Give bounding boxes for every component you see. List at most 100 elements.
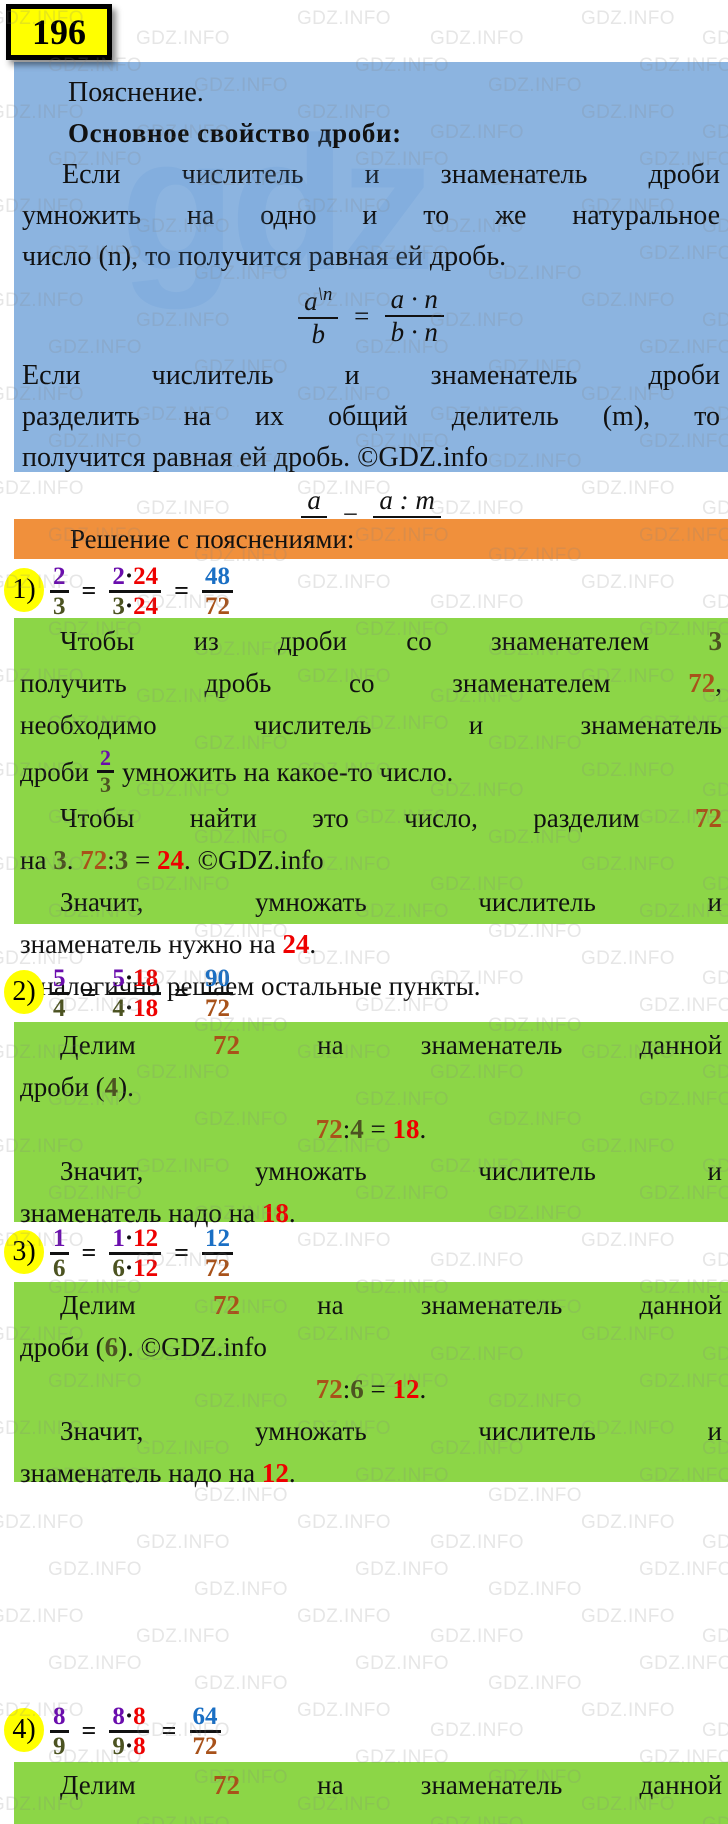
step-3-f2-denominator: 6·12 — [112, 1254, 159, 1282]
step-1-fraction-expanded: 2·24 3·24 — [109, 562, 162, 620]
step-3-f1-numerator: 1 — [53, 1224, 66, 1252]
step-2-equals-1: = — [81, 978, 97, 1007]
watermark-text: GDZ.INFO — [702, 1626, 728, 1647]
watermark-text: GDZ.INFO — [488, 1579, 582, 1600]
step-1-equals-1: = — [81, 576, 97, 605]
step-1-exp-line-7: Значит, умножать числитель и — [60, 887, 722, 917]
theory-rule1-line1: Если числитель и знаменатель дроби — [62, 159, 720, 190]
step-4-fraction-expanded: 8·8 9·8 — [109, 1702, 149, 1760]
step-2-exp-line-1: Делим 72 на знаменатель данной — [60, 1030, 723, 1060]
watermark-text: GDZ.INFO — [488, 1673, 582, 1694]
step-1-f3-numerator: 48 — [205, 562, 230, 590]
step-4-equation-row: 4) 8 9 = 8·8 9·8 = 64 72 — [0, 1700, 728, 1762]
step-3-exp-line-1: Делим 72 на знаменатель данной — [60, 1290, 723, 1320]
watermark-text: GDZ.INFO — [355, 1559, 449, 1580]
task-number-badge: 196 — [6, 4, 112, 60]
step-3-fraction-original: 1 6 — [50, 1225, 69, 1282]
step-4-equation: 8 9 = 8·8 9·8 = 64 72 — [0, 1700, 728, 1762]
step-3-explanation-block: Делим 72 на знаменатель данной дроби (6)… — [14, 1282, 728, 1488]
watermark-text: GDZ.INFO — [297, 1512, 391, 1533]
step-3-equation-row: 3) 1 6 = 1·12 6·12 = 12 72 — [0, 1222, 728, 1284]
step-4-label: 4) — [4, 1708, 44, 1752]
theory-heading: Пояснение. — [68, 77, 204, 108]
step-1-exp-line-3: необходимо числитель и знаменатель — [20, 710, 722, 740]
step-2-fraction-expanded: 5·18 4·18 — [109, 964, 162, 1022]
step-4-f2-numerator: 8·8 — [112, 1702, 146, 1730]
step-2-equation: 5 4 = 5·18 4·18 = 90 72 — [0, 962, 728, 1024]
step-1-explanation-block: Чтобы из дроби со знаменателем 3 получит… — [14, 618, 728, 1001]
badge-box: 196 — [6, 4, 112, 60]
step-1-exp-line-6: на 3. 72:3 = 24. ©GDZ.info — [20, 845, 324, 875]
formula2-right-numerator: a : m — [379, 485, 435, 515]
step-4-f1-numerator: 8 — [53, 1702, 66, 1730]
watermark-text: GDZ.INFO — [297, 8, 391, 29]
step-3-exp-line-4: Значит, умножать числитель и — [60, 1416, 722, 1446]
step-1-exp-inline-fraction: 2 3 — [96, 746, 114, 797]
watermark-text: GDZ.INFO — [48, 1653, 142, 1674]
watermark-text: GDZ.INFO — [136, 1532, 230, 1553]
watermark-text: GDZ.INFO — [355, 1653, 449, 1674]
formula1-equals: = — [352, 300, 371, 331]
step-3-f3-denominator: 72 — [205, 1254, 230, 1282]
step-2-f2-denominator: 4·18 — [112, 994, 159, 1022]
step-2-f1-numerator: 5 — [53, 964, 66, 992]
step-3-exp-calculation: 72:6 = 12. — [315, 1374, 427, 1404]
step-4-equals-2: = — [161, 1716, 177, 1745]
watermark-text: GDZ.INFO — [48, 1559, 142, 1580]
watermark-text: GDZ.INFO — [136, 28, 230, 49]
step-4-f3-numerator: 64 — [192, 1702, 218, 1730]
step-4-explanation-block: Делим 72 на знаменатель данной — [14, 1762, 728, 1824]
watermark-text: GDZ.INFO — [194, 1579, 288, 1600]
task-number: 196 — [32, 12, 86, 52]
watermark-text: GDZ.INFO — [430, 1626, 524, 1647]
step-4-f1-denominator: 9 — [53, 1732, 66, 1760]
step-2-equation-row: 2) 5 4 = 5·18 4·18 = 90 72 — [0, 962, 728, 1024]
theory-rule2-line3: получится равная ей дробь. ©GDZ.info — [22, 442, 489, 473]
theory-rule2-line2: разделить на их общий делитель (m), то — [22, 401, 720, 432]
step-2-f3-denominator: 72 — [205, 994, 230, 1022]
step-2-f3-numerator: 90 — [205, 964, 230, 992]
formula1-left-denominator: b — [311, 318, 326, 349]
step-1-f2-denominator: 3·24 — [112, 592, 159, 620]
step-1-f2-numerator: 2·24 — [112, 562, 159, 590]
watermark-text: GDZ.INFO — [430, 1532, 524, 1553]
step-2-f2-numerator: 5·18 — [112, 964, 159, 992]
formula2-left-numerator: a — [307, 485, 321, 515]
step-4-fraction-result: 64 72 — [189, 1702, 221, 1760]
watermark-text: GDZ.INFO — [297, 1606, 391, 1627]
step-3-exp-line-5: знаменатель надо на 12. — [20, 1458, 296, 1488]
step-3-label: 3) — [4, 1230, 44, 1274]
step-1-f3-denominator: 72 — [205, 592, 230, 620]
step-1-exp-line-4: дроби 2 3 умножить на какое-то число. — [20, 745, 454, 797]
theory-rule1-line3: число (n), то получится равная ей дробь. — [22, 241, 507, 272]
step-3-exp-line-2: дроби (6). ©GDZ.info — [20, 1332, 267, 1362]
watermark-text: GDZ.INFO — [194, 1673, 288, 1694]
watermark-text: GDZ.INFO — [702, 1532, 728, 1553]
step-1-equation: 2 3 = 2·24 3·24 = 48 72 — [0, 560, 728, 622]
step-4-exp-line-1: Делим 72 на знаменатель данной — [60, 1770, 723, 1800]
formula1-right-denominator: b · n — [390, 317, 438, 347]
step-2-label: 2) — [4, 970, 44, 1014]
step-3-f1-denominator: 6 — [53, 1254, 66, 1282]
step-4-equals-1: = — [81, 1716, 97, 1745]
watermark-text: GDZ.INFO — [639, 1559, 728, 1580]
step-3-equals-2: = — [174, 1238, 189, 1267]
step-2-exp-calculation: 72:4 = 18. — [315, 1114, 427, 1144]
watermark-text: GDZ.INFO — [581, 1512, 675, 1533]
step-2-exp-line-4: Значит, умножать числитель и — [60, 1156, 722, 1186]
formula1-right-fraction: a · n b · n — [384, 284, 444, 348]
step-4-f3-denominator: 72 — [192, 1732, 218, 1760]
step-3-fraction-result: 12 72 — [202, 1225, 233, 1282]
step-1-exp-line-5: Чтобы найти это число, разделим 72 — [60, 803, 722, 833]
formula1-left-numerator: a\n — [304, 283, 333, 316]
step-1-equation-row: 1) 2 3 = 2·24 3·24 = 48 72 — [0, 560, 728, 622]
step-1-equals-2: = — [174, 576, 189, 605]
theory-subheading: Основное свойство дроби: — [68, 118, 402, 148]
step-2-exp-line-2: дроби (4). — [20, 1072, 134, 1102]
step-1-exp-line-2: получить дробь со знаменателем 72, — [20, 668, 722, 698]
step-2-fraction-original: 5 4 — [50, 965, 69, 1022]
step-2-f1-denominator: 4 — [53, 994, 66, 1022]
watermark-text: GDZ.INFO — [0, 1606, 84, 1627]
watermark-text: GDZ.INFO — [430, 28, 524, 49]
step-1-exp-line-1: Чтобы из дроби со знаменателем 3 — [60, 626, 723, 656]
